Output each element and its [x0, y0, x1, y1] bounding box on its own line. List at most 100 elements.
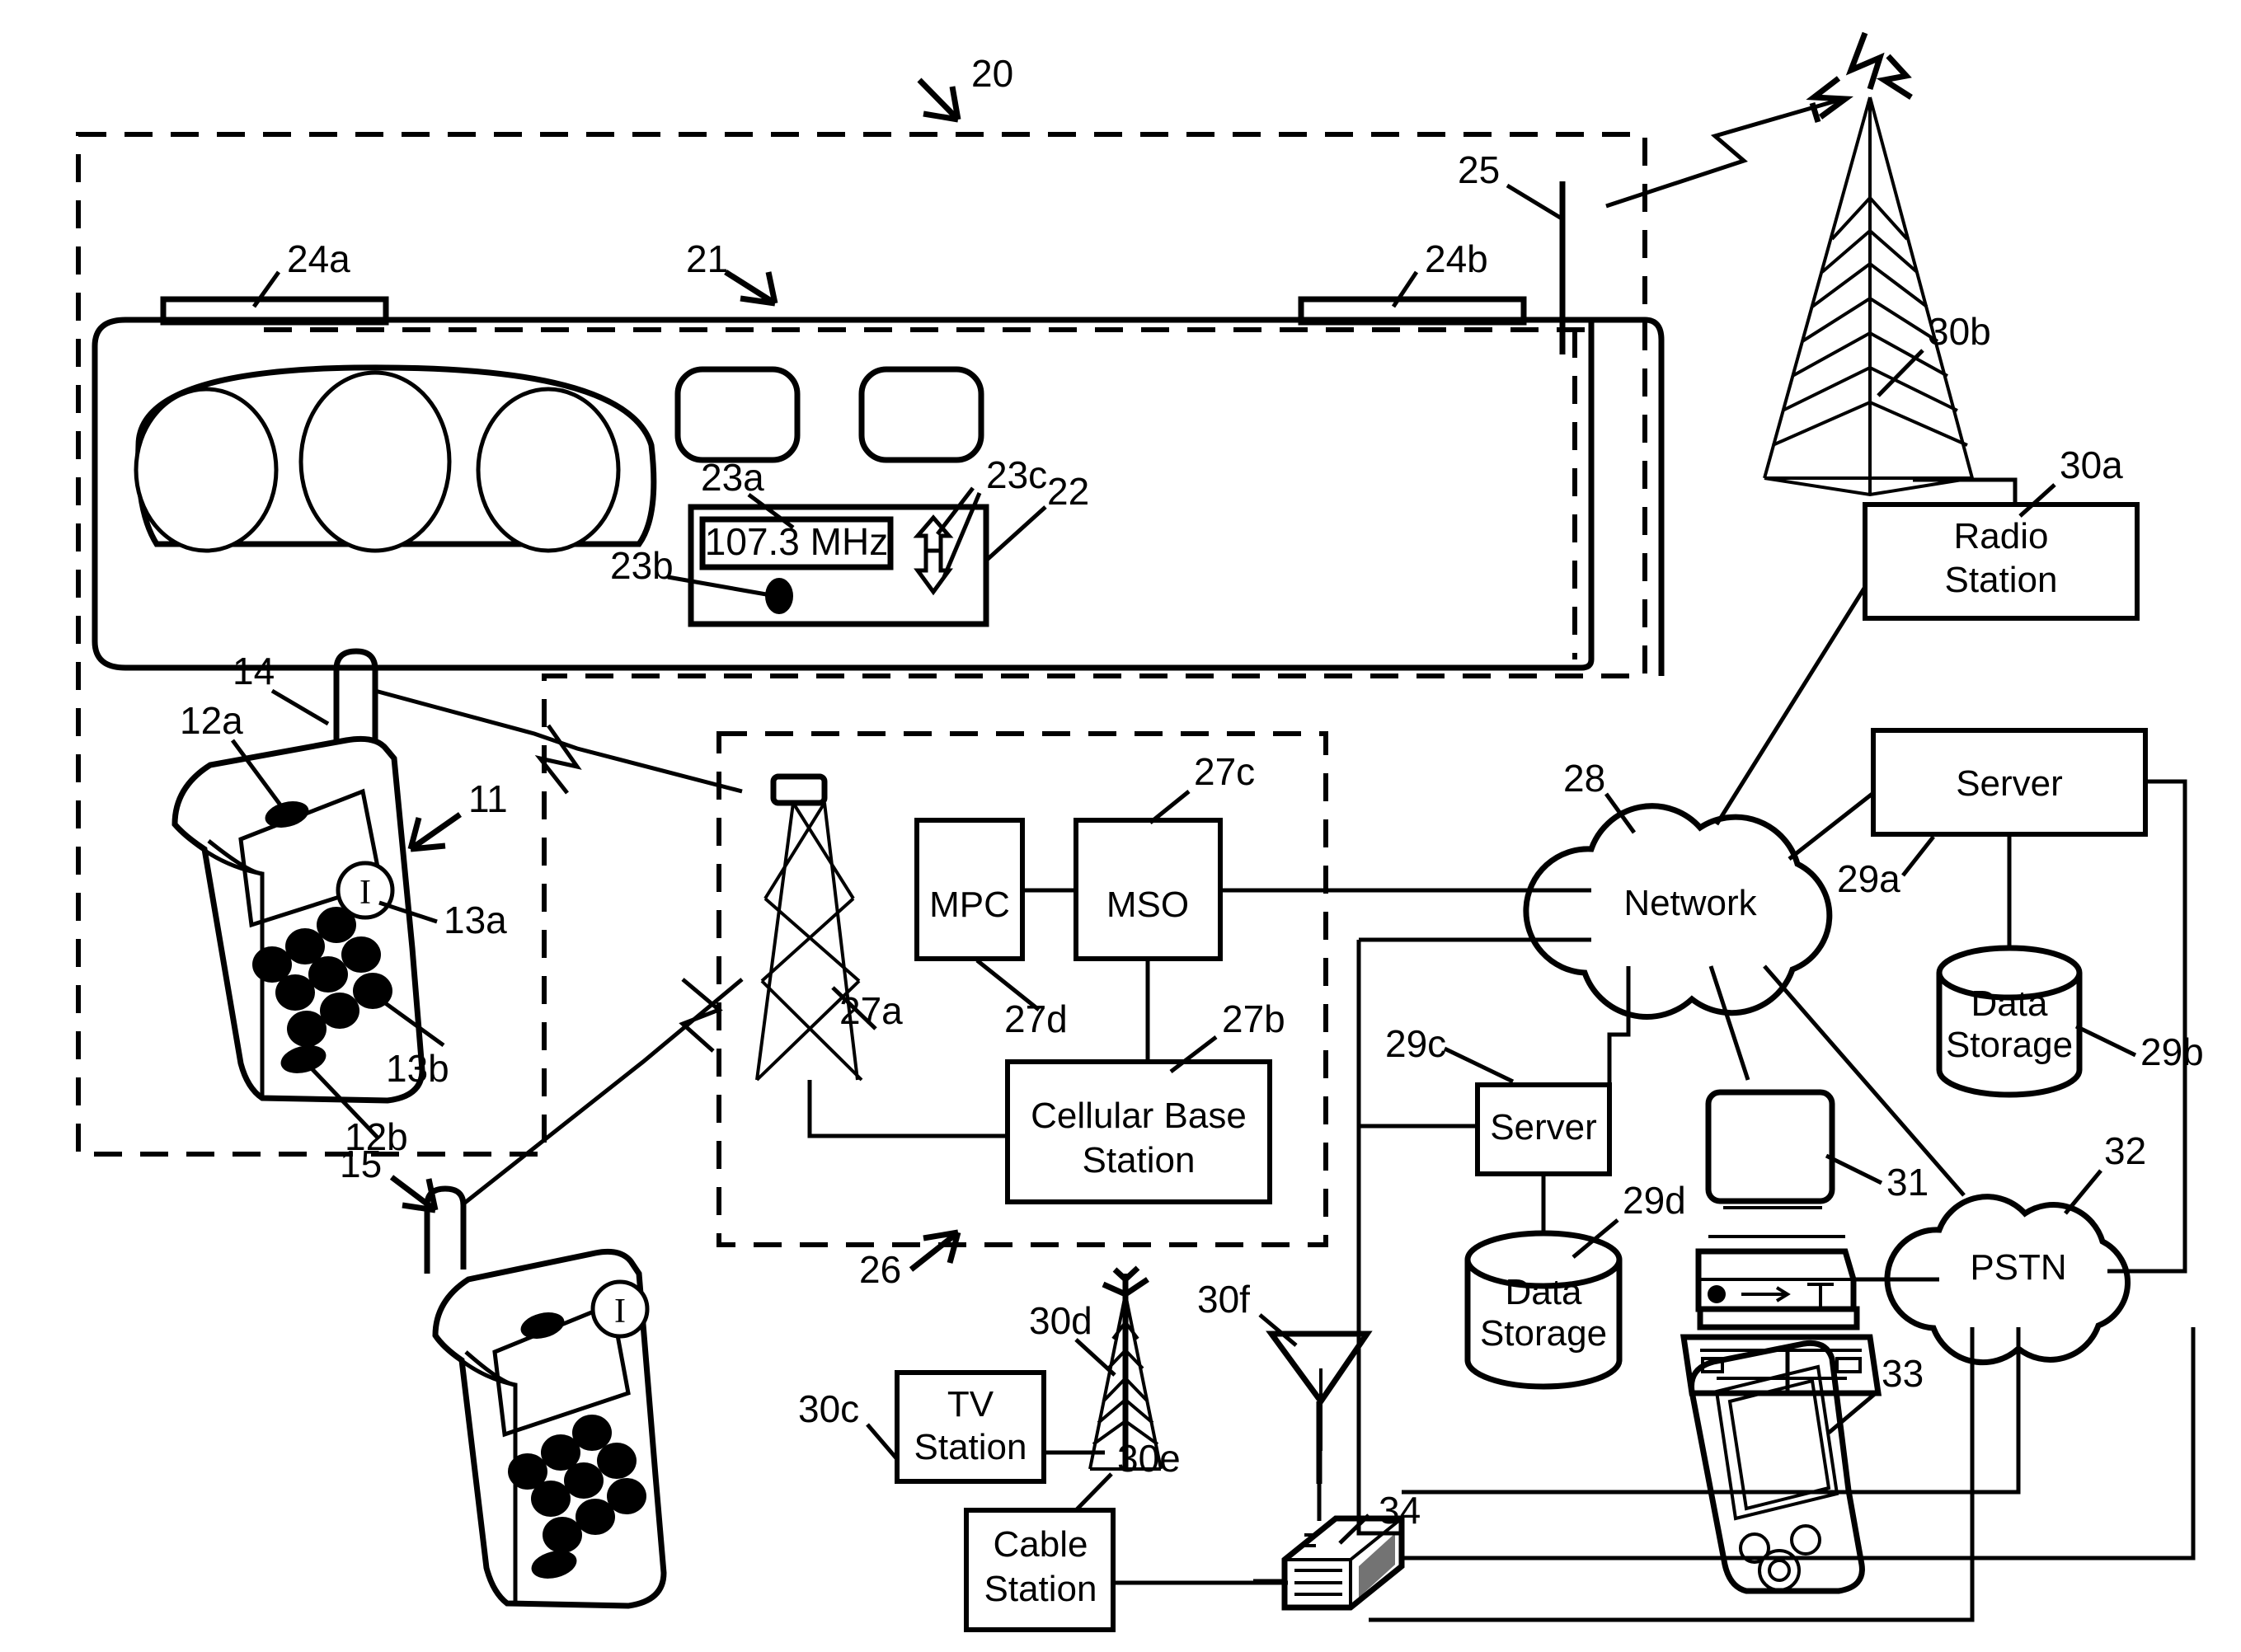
ref-13a: 13a: [444, 899, 507, 941]
block-server-mid: Server: [1475, 1082, 1612, 1176]
leader-11: [407, 812, 463, 852]
figure-svg: 107.3 MHz 20 21 24a 24b 25 23a 23b 23c 2…: [76, 31, 2204, 1632]
leader-30d: [1074, 1338, 1116, 1377]
link-network-pstn: [1763, 964, 1966, 1197]
ref-12a: 12a: [180, 699, 243, 742]
ref-30e: 30e: [1117, 1437, 1181, 1480]
block-cable-station-label-1: Cable: [994, 1524, 1088, 1565]
ref-23c: 23c: [986, 453, 1047, 496]
rf-signal-vehicle: [1605, 96, 1844, 209]
ref-15: 15: [340, 1143, 382, 1185]
ref-26: 26: [859, 1248, 901, 1291]
ref-27a: 27a: [839, 989, 903, 1032]
ref-32: 32: [2104, 1129, 2146, 1172]
dish-antenna-30f: [1266, 1331, 1373, 1484]
link-network-server29a: [1788, 791, 1875, 861]
block-mpc: MPC: [914, 818, 1025, 961]
block-cable-station: Cable Station: [964, 1508, 1116, 1632]
link-stb-network-right: [1402, 1327, 2196, 1560]
ref-33: 33: [1882, 1352, 1924, 1395]
block-tv-station: TV Station: [895, 1370, 1046, 1484]
block-radio-station: Radio Station: [1863, 502, 2140, 621]
block-cellular-base-station: Cellular Base Station: [1005, 1059, 1272, 1204]
ref-11: 11: [468, 777, 508, 820]
ref-24b: 24b: [1425, 237, 1488, 280]
ref-23b: 23b: [610, 544, 674, 587]
storage-29b-label-1: Data: [1971, 983, 2048, 1024]
ref-27c: 27c: [1194, 750, 1255, 793]
block-cable-station-label-2: Station: [984, 1569, 1097, 1609]
storage-29d: Data Storage: [1464, 1230, 1623, 1390]
ref-27d: 27d: [1004, 997, 1068, 1040]
block-mpc-label: MPC: [929, 885, 1010, 925]
link-network-computer: [1708, 965, 1750, 1081]
ref-30b: 30b: [1928, 310, 1991, 353]
link-network-radiostation: [1714, 585, 1868, 826]
block-radio-station-label-2: Station: [1945, 560, 2058, 600]
ref-30f: 30f: [1197, 1278, 1250, 1321]
cloud-pstn-label: PSTN: [1970, 1247, 2066, 1288]
cloud-network-label: Network: [1623, 883, 1757, 923]
ref-29c: 29c: [1385, 1022, 1446, 1065]
handset-15[interactable]: I: [424, 1185, 667, 1609]
leader-29a: [1901, 835, 1935, 877]
radio-tower-30b: [1763, 31, 1974, 497]
ref-25: 25: [1458, 148, 1500, 191]
storage-29d-label-1: Data: [1506, 1272, 1582, 1312]
ref-34: 34: [1379, 1489, 1421, 1532]
leader-28: [1604, 792, 1637, 834]
leader-29b: [2074, 1024, 2137, 1058]
instrument-cluster: [134, 364, 657, 553]
cloud-network: Network: [1523, 803, 1833, 1020]
patent-figure-canvas: 107.3 MHz 20 21 24a 24b 25 23a 23b 23c 2…: [0, 0, 2241, 1652]
radio-tuning-arrows[interactable]: [913, 514, 954, 596]
storage-29d-label-2: Storage: [1480, 1313, 1607, 1354]
cell-tower-27a: [755, 773, 863, 1082]
handset-11-i-button-label: I: [359, 874, 371, 912]
ref-22: 22: [1047, 470, 1089, 513]
leader-14: [270, 688, 330, 726]
radio-frequency-value: 107.3 MHz: [705, 520, 888, 563]
link-radiotower-radiostation: [1913, 477, 2018, 505]
link-server29a-pstn: [2107, 779, 2187, 1274]
ref-21: 21: [686, 237, 728, 280]
rf-link-handset15-to-tower: [460, 978, 744, 1207]
leader-30c: [866, 1423, 899, 1461]
block-cellbase-label-1: Cellular Base: [1031, 1096, 1247, 1136]
leader-22: [984, 505, 1047, 562]
ref-20: 20: [971, 52, 1013, 95]
pda-33: [1689, 1340, 1865, 1594]
air-vent-left: [674, 366, 801, 463]
block-radio-station-label-1: Radio: [1954, 516, 2049, 556]
leader-25: [1506, 183, 1563, 221]
leader-29c: [1443, 1046, 1515, 1084]
link-network-server29c: [1607, 966, 1631, 1129]
leader-30e: [1074, 1472, 1113, 1512]
ref-27b: 27b: [1222, 997, 1285, 1040]
block-mso-label: MSO: [1106, 885, 1189, 925]
ref-24a: 24a: [287, 237, 350, 280]
block-tv-station-label-1: TV: [947, 1384, 994, 1424]
ref-23a: 23a: [701, 456, 764, 499]
block-server-right: Server: [1871, 728, 2148, 837]
storage-29b-label-2: Storage: [1946, 1025, 2073, 1065]
handset-15-i-button-label: I: [614, 1293, 626, 1331]
ref-28: 28: [1563, 757, 1605, 800]
block-mso: MSO: [1074, 818, 1223, 961]
block-cellbase-label-2: Station: [1083, 1140, 1196, 1180]
rf-link-handset-to-tower: [374, 688, 743, 795]
ref-13b: 13b: [386, 1047, 449, 1090]
leader-32: [2064, 1169, 2102, 1215]
leader-21: [724, 270, 778, 307]
leader-20: [917, 77, 961, 123]
storage-29b: Data Storage: [1936, 945, 2083, 1098]
block-server-mid-label: Server: [1490, 1107, 1597, 1147]
leader-26: [909, 1229, 961, 1272]
link-tower-cellbase: [807, 1080, 1008, 1138]
ref-30d: 30d: [1029, 1299, 1092, 1342]
ref-31: 31: [1886, 1161, 1929, 1204]
radio-frequency-display: 107.3 MHz: [699, 516, 894, 570]
air-vent-right: [858, 366, 984, 463]
ref-29d: 29d: [1623, 1179, 1686, 1222]
ref-30c: 30c: [798, 1387, 859, 1430]
